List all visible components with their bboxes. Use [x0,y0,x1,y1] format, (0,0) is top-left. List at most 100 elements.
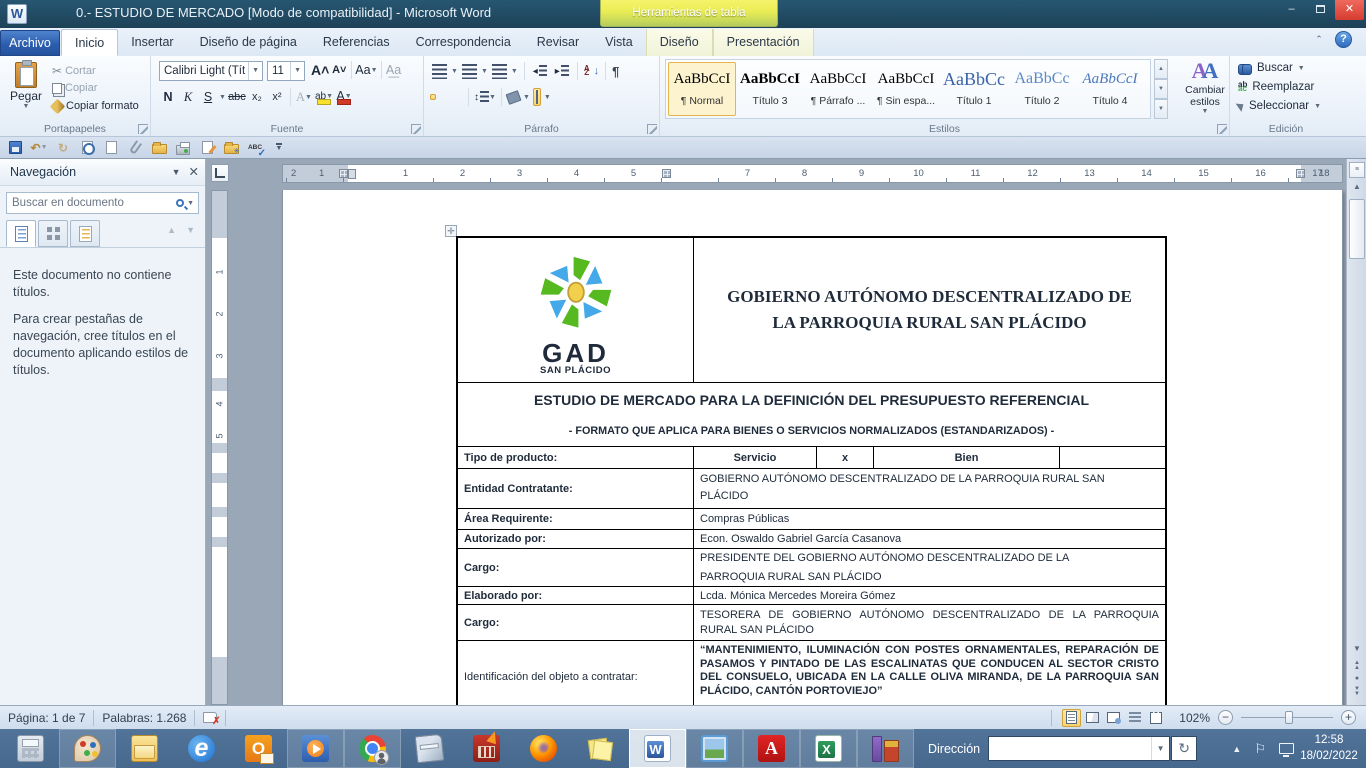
taskbar-internet-explorer-icon[interactable]: e [173,729,230,768]
nav-tab-pages[interactable] [38,220,68,247]
styles-dialog-launcher[interactable] [1217,124,1227,134]
styles-scroll-down[interactable]: ▼ [1154,79,1168,99]
search-icon[interactable] [176,199,184,207]
tray-flag-icon[interactable]: ⚐ [1254,741,1266,757]
proofing-status-icon[interactable] [203,712,217,723]
clipboard-dialog-launcher[interactable] [138,124,148,134]
taskbar-calculator-icon[interactable] [2,729,59,768]
font-color-button[interactable]: A▼ [335,88,353,106]
taskbar-clock[interactable]: 12:58 18/02/2022 [1296,732,1362,764]
line-spacing-button[interactable]: ↕▼ [474,88,496,106]
next-heading-icon[interactable]: ▼ [186,225,195,235]
pane-menu-caret-icon[interactable]: ▼ [172,159,181,185]
style-parrafo[interactable]: AaBbCcI ¶ Párrafo ... [804,62,872,116]
multilevel-list-icon[interactable] [492,64,507,79]
fullscreen-reading-view-button[interactable] [1083,709,1102,727]
taskbar-media-player-icon[interactable] [287,729,344,768]
change-case-button[interactable]: Aa▼ [355,61,377,79]
borders-button[interactable] [533,88,541,106]
taskbar-excel-icon[interactable] [800,729,857,768]
paste-button[interactable]: Pegar ▼ [6,60,46,126]
paragraph-dialog-launcher[interactable] [647,124,657,134]
text-effects-button[interactable]: A▼ [295,88,313,106]
previous-heading-icon[interactable]: ▲ [167,225,176,235]
taskbar-firefox-icon[interactable] [515,729,572,768]
undo-button[interactable]: ↶▼ [30,139,48,157]
address-dropdown-icon[interactable]: ▼ [1151,737,1169,760]
word-app-icon[interactable]: W [7,4,27,24]
font-size-select[interactable]: 11▼ [267,61,305,81]
font-name-select[interactable]: Calibri Light (Tít▼ [159,61,263,81]
sort-icon[interactable]: AZ [584,67,590,76]
minimize-ribbon-icon[interactable]: ⌃ [1312,34,1326,46]
taskbar-sticky-notes-icon[interactable] [572,729,629,768]
zoom-out-button[interactable]: − [1218,710,1233,725]
cut-button[interactable]: ✂Cortar [52,64,96,78]
new-document-button[interactable] [102,139,120,157]
tab-referencias[interactable]: Referencias [310,29,403,56]
next-page-icon[interactable]: ▼▼ [1349,687,1365,697]
tray-network-icon[interactable] [1279,743,1294,754]
indent-marker[interactable] [348,169,356,179]
styles-more[interactable]: ▼ [1154,99,1168,119]
redo-button[interactable]: ↻ [54,139,72,157]
taskbar-outlook-icon[interactable]: O [230,729,287,768]
clear-formatting-button[interactable]: A͟a [385,61,403,79]
select-button[interactable]: Seleccionar▼ [1238,100,1321,112]
address-input[interactable]: ▼ [988,736,1170,761]
numbering-icon[interactable] [462,64,477,79]
close-button[interactable]: ✕ [1335,0,1364,20]
style-titulo2[interactable]: AaBbCc Título 2 [1008,62,1076,116]
increase-indent-icon[interactable]: ▸ [553,62,571,80]
tab-insertar[interactable]: Insertar [118,29,186,56]
help-icon[interactable]: ? [1335,31,1352,48]
minimize-button[interactable]: – [1277,0,1306,20]
tray-show-hidden-icon[interactable]: ▲ [1232,744,1241,754]
replace-button[interactable]: abacReemplazar [1238,81,1314,93]
taskbar-photo-viewer-icon[interactable] [686,729,743,768]
pane-close-icon[interactable]: ✕ [189,159,199,185]
underline-caret-icon[interactable]: ▼ [219,94,226,101]
tab-tabla-presentacion[interactable]: Presentación [713,29,814,56]
table-column-marker-icon[interactable] [662,169,671,178]
zoom-in-button[interactable]: + [1341,710,1356,725]
underline-button[interactable]: S [199,88,217,106]
quick-print-button[interactable] [174,139,192,157]
style-titulo1[interactable]: AaBbCc Título 1 [940,62,1008,116]
show-marks-icon[interactable]: ¶ [612,64,619,79]
search-input[interactable] [7,197,176,209]
style-titulo4[interactable]: AaBbCcI Título 4 [1076,62,1144,116]
format-painter-button[interactable]: Copiar formato [52,100,139,112]
taskbar-winrar-icon[interactable] [857,729,914,768]
style-normal[interactable]: AaBbCcI ¶ Normal [668,62,736,116]
document-page[interactable]: ✛ [282,190,1343,705]
word-count[interactable]: Palabras: 1.268 [102,711,186,725]
bullets-icon[interactable] [432,64,447,79]
change-styles-button[interactable]: AA Cambiar estilos ▼ [1182,58,1228,120]
browse-object-icon[interactable]: ● [1349,675,1365,682]
tab-vista[interactable]: Vista [592,29,646,56]
address-go-icon[interactable]: ↻ [1171,736,1197,761]
font-dialog-launcher[interactable] [411,124,421,134]
styles-scroll-up[interactable]: ▲ [1154,59,1168,79]
style-sin-espaciado[interactable]: AaBbCcI ¶ Sin espa... [872,62,940,116]
table-column-marker-icon[interactable] [1296,169,1305,178]
tab-stop-selector[interactable] [211,164,229,182]
grow-font-button[interactable]: A˄ [311,61,329,79]
print-layout-view-button[interactable] [1062,709,1081,727]
horizontal-ruler[interactable]: 2 1 123457891011121314151617 18 [282,164,1343,183]
print-preview-button[interactable] [78,139,96,157]
qat-customize-button[interactable]: ▼ [270,139,288,157]
tab-correspondencia[interactable]: Correspondencia [403,29,524,56]
ruler-toggle-icon[interactable]: ≡ [1349,162,1365,178]
highlight-button[interactable]: ab▼ [315,88,333,106]
folder-special-button[interactable] [222,139,240,157]
bold-button[interactable]: N [159,88,177,106]
tab-revisar[interactable]: Revisar [524,29,592,56]
page-indicator[interactable]: Página: 1 de 7 [8,711,85,725]
attach-button[interactable] [126,139,144,157]
tab-archivo[interactable]: Archivo [0,30,60,56]
vertical-scrollbar[interactable]: ≡ ▲ ▼ ▲▲ ● ▼▼ [1346,159,1366,705]
superscript-button[interactable]: x² [268,88,286,106]
decrease-indent-icon[interactable]: ◂ [531,62,549,80]
